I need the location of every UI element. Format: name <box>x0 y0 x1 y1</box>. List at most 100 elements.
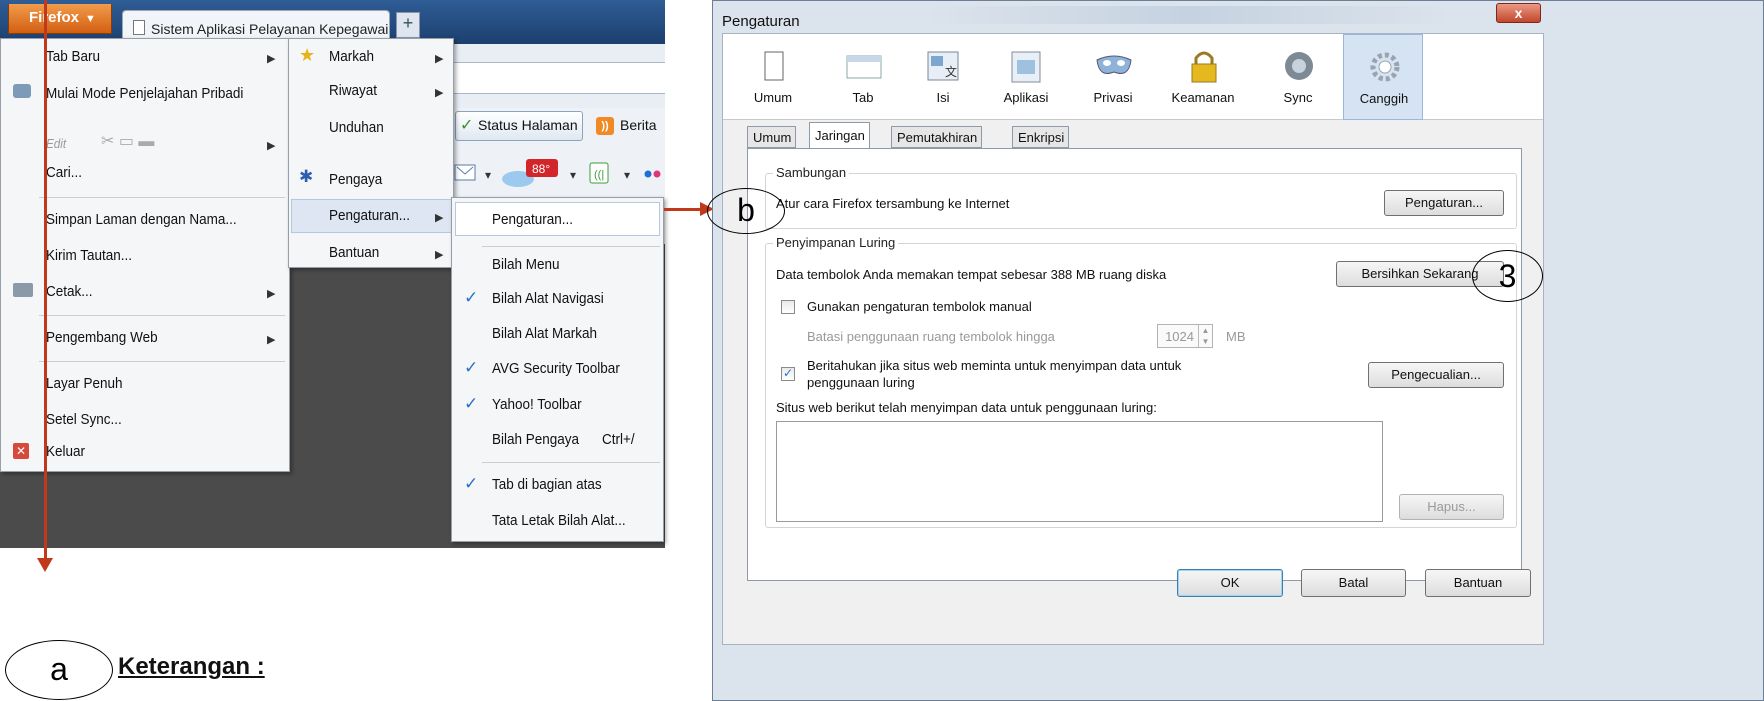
pane-sync[interactable]: Sync <box>1258 34 1338 120</box>
general-icon <box>764 51 784 81</box>
help-button[interactable]: Bantuan <box>1425 569 1531 597</box>
close-button[interactable]: x <box>1496 3 1541 23</box>
weather-temp: 88° <box>532 162 550 176</box>
svg-text:文: 文 <box>945 64 957 79</box>
submenu-arrow-icon: ▶ <box>267 334 276 346</box>
svg-text:((|: ((| <box>594 169 604 181</box>
submenu-arrow-icon: ▶ <box>267 288 276 300</box>
check-icon: ✓ <box>460 117 474 134</box>
pane-isi[interactable]: 文 Isi <box>903 34 983 120</box>
new-tab-button[interactable]: + <box>396 12 420 38</box>
submenu-arrow-icon: ▶ <box>435 249 444 261</box>
menu-bantuan[interactable]: Bantuan <box>329 244 379 261</box>
menu-tab-di-atas[interactable]: Tab di bagian atas <box>492 476 602 493</box>
annotation-arrow-b <box>664 208 702 211</box>
exit-icon: ✕ <box>13 443 29 459</box>
submenu-arrow-icon: ▶ <box>267 53 276 65</box>
status-halaman-button[interactable]: ✓ Status Halaman <box>455 111 583 141</box>
cancel-button[interactable]: Batal <box>1301 569 1406 597</box>
menu-tab-baru[interactable]: Tab Baru <box>46 48 100 65</box>
star-icon: ★ <box>299 45 316 65</box>
dialog-title: Pengaturan <box>722 13 800 30</box>
toolbar-icons: ▾ 88° ▾ ((| ▾ <box>454 159 661 187</box>
menu-yahoo-toolbar[interactable]: Yahoo! Toolbar <box>492 396 582 413</box>
privacy-mask-icon <box>1096 55 1132 74</box>
tab-enkripsi[interactable]: Enkripsi <box>1012 126 1070 148</box>
menu-layar-penuh[interactable]: Layar Penuh <box>46 375 123 392</box>
connection-settings-button[interactable]: Pengaturan... <box>1384 190 1504 216</box>
menu-tata-letak[interactable]: Tata Letak Bilah Alat... <box>492 512 626 529</box>
annotation-arrow-a <box>44 0 47 562</box>
group-sambungan-label: Sambungan <box>773 165 850 180</box>
check-icon: ✓ <box>464 474 479 493</box>
menu-keluar[interactable]: Keluar <box>46 443 85 460</box>
cache-usage-text: Data tembolok Anda memakan tempat sebesa… <box>776 267 1167 282</box>
sambungan-text: Atur cara Firefox tersambung ke Internet <box>776 196 1010 211</box>
annotation-circle-b: b <box>707 188 785 234</box>
firefox-menu-button[interactable]: Firefox ▼ <box>8 4 112 34</box>
menu-avg-toolbar[interactable]: AVG Security Toolbar <box>492 360 620 377</box>
arrow-head-icon <box>37 558 53 572</box>
limit-label: Batasi penggunaan ruang tembolok hingga <box>807 329 1055 344</box>
menu-separator <box>39 361 285 362</box>
submenu-arrow-icon: ▶ <box>435 212 444 224</box>
offline-sites-list[interactable] <box>776 421 1383 522</box>
menu-bilah-menu[interactable]: Bilah Menu <box>492 256 560 273</box>
cut-copy-paste-icons: ✂ ▭ ▬ <box>101 133 155 150</box>
offline-sites-label: Situs web berikut telah menyimpan data u… <box>776 400 1157 415</box>
sync-icon <box>1285 52 1313 80</box>
menu-cetak[interactable]: Cetak... <box>46 283 93 300</box>
title-bar-glow <box>930 6 1450 24</box>
notify-offline-checkbox[interactable]: ✓ <box>781 367 795 381</box>
menu-pengaturan[interactable]: Pengaturan... <box>329 207 410 224</box>
menu-riwayat[interactable]: Riwayat <box>329 82 377 99</box>
manual-cache-checkbox[interactable] <box>781 300 795 314</box>
content-icon: 文 <box>927 51 959 81</box>
tab-pemutakhiran[interactable]: Pemutakhiran <box>891 126 983 148</box>
pane-umum[interactable]: Umum <box>733 34 813 120</box>
spinner-arrows-icon[interactable]: ▲ ▼ <box>1198 325 1212 347</box>
menu-bilah-alat-navigasi[interactable]: Bilah Alat Navigasi <box>492 290 604 307</box>
menu-separator <box>39 197 285 198</box>
annotation-circle-3: 3 <box>1472 250 1543 302</box>
pane-keamanan[interactable]: Keamanan <box>1163 34 1243 120</box>
tab-title: Sistem Aplikasi Pelayanan Kepegawaian <box>151 21 390 37</box>
pane-canggih[interactable]: Canggih <box>1343 34 1423 120</box>
menu-pengaturan-options[interactable]: Pengaturan... <box>492 211 573 228</box>
tab-jaringan[interactable]: Jaringan <box>809 122 870 149</box>
menu-bilah-pengaya[interactable]: Bilah Pengaya <box>492 431 579 448</box>
menu-bilah-alat-markah[interactable]: Bilah Alat Markah <box>492 325 597 342</box>
private-mask-icon <box>13 84 31 98</box>
pane-privasi[interactable]: Privasi <box>1073 34 1153 120</box>
pane-tab[interactable]: Tab <box>823 34 903 120</box>
berita-button[interactable]: )) Berita <box>594 111 665 141</box>
menu-cari[interactable]: Cari... <box>46 164 82 181</box>
exceptions-button[interactable]: Pengecualian... <box>1368 362 1504 388</box>
menu-separator <box>482 246 660 247</box>
keterangan-heading: Keterangan : <box>118 653 265 680</box>
svg-text:▾: ▾ <box>485 168 491 182</box>
url-bar[interactable] <box>450 62 665 94</box>
menu-kirim-tautan[interactable]: Kirim Tautan... <box>46 247 132 264</box>
check-icon: ✓ <box>464 358 479 377</box>
printer-icon <box>13 283 33 297</box>
ok-button[interactable]: OK <box>1177 569 1283 597</box>
menu-private-browsing[interactable]: Mulai Mode Penjelajahan Pribadi <box>46 85 243 102</box>
menu-pengaya[interactable]: Pengaya <box>329 171 382 188</box>
submenu-arrow-icon: ▶ <box>267 140 276 152</box>
menu-unduhan[interactable]: Unduhan <box>329 119 384 136</box>
menu-markah[interactable]: Markah <box>329 48 374 65</box>
menu-simpan-laman[interactable]: Simpan Laman dengan Nama... <box>46 211 237 228</box>
menu-setel-sync[interactable]: Setel Sync... <box>46 411 122 428</box>
menu-edit: Edit <box>46 136 67 151</box>
lock-icon <box>1191 51 1217 83</box>
flickr-icon <box>644 170 652 178</box>
prefs-toolbar: Umum Tab 文 Isi Aplikasi Privasi Keamanan … <box>723 34 1543 120</box>
pane-aplikasi[interactable]: Aplikasi <box>986 34 1066 120</box>
group-luring-label: Penyimpanan Luring <box>773 235 899 250</box>
menu-separator <box>39 315 285 316</box>
menu-pengembang-web[interactable]: Pengembang Web <box>46 329 158 346</box>
svg-text:▾: ▾ <box>570 168 576 182</box>
tab-umum[interactable]: Umum <box>747 126 797 148</box>
check-icon: ✓ <box>464 394 479 413</box>
